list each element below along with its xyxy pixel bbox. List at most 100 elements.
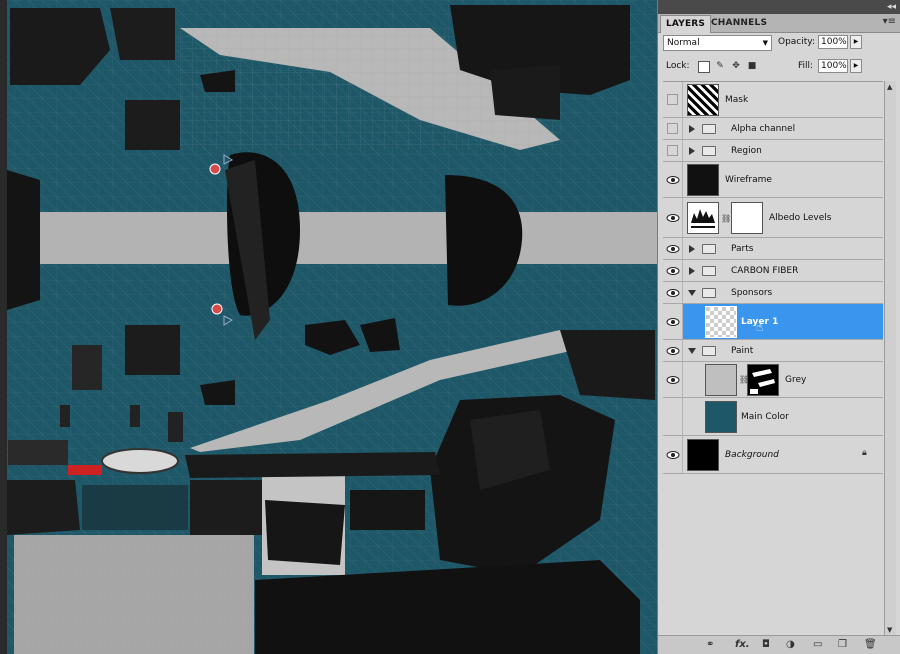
layer-name: Mask bbox=[725, 95, 749, 105]
levels-adjustment-icon bbox=[687, 202, 719, 234]
visibility-toggle[interactable] bbox=[663, 140, 683, 161]
layer-name: Main Color bbox=[741, 412, 789, 422]
layer-style-icon[interactable]: fx. bbox=[735, 639, 750, 651]
layer-name: CARBON FIBER bbox=[731, 266, 799, 276]
layer-thumbnail bbox=[687, 164, 719, 196]
add-mask-icon[interactable]: ◘ bbox=[762, 639, 770, 651]
panel-title-bar[interactable]: ◂◂ bbox=[658, 0, 900, 14]
visibility-toggle[interactable] bbox=[663, 398, 683, 435]
eye-icon bbox=[666, 214, 680, 222]
expand-triangle-icon[interactable] bbox=[689, 125, 695, 133]
folder-icon bbox=[702, 346, 716, 356]
expand-triangle-icon[interactable] bbox=[689, 147, 695, 155]
layer-row-albedo-levels[interactable]: ⛓ Albedo Levels bbox=[663, 198, 883, 238]
blend-row: Normal ▼ Opacity: 100% ▶ bbox=[658, 34, 900, 54]
layer-row-region[interactable]: Region bbox=[663, 140, 883, 162]
layer-name: Background bbox=[725, 450, 779, 460]
visibility-toggle[interactable] bbox=[663, 238, 683, 259]
layer-row-background[interactable]: Background 🔒︎ bbox=[663, 436, 883, 474]
layer-mask-thumbnail[interactable] bbox=[731, 202, 763, 234]
layer-thumbnail bbox=[687, 84, 719, 116]
fill-label: Fill: bbox=[798, 61, 814, 71]
lock-label: Lock: bbox=[666, 61, 690, 71]
folder-icon bbox=[702, 288, 716, 298]
layer-row-mask[interactable]: Mask bbox=[663, 82, 883, 118]
visibility-toggle[interactable] bbox=[663, 118, 683, 139]
layer-row-carbon-fiber[interactable]: CARBON FIBER bbox=[663, 260, 883, 282]
panel-footer: ⚭ fx. ◘ ◑ ▭ ❐ 🗑︎ bbox=[658, 635, 900, 654]
layer-row-alpha-channel[interactable]: Alpha channel bbox=[663, 118, 883, 140]
visibility-off-box bbox=[667, 94, 678, 105]
visibility-toggle[interactable] bbox=[663, 162, 683, 197]
lock-all-icon[interactable]: ■ bbox=[747, 61, 757, 71]
layer-name: Sponsors bbox=[731, 288, 773, 298]
visibility-toggle[interactable] bbox=[663, 82, 683, 117]
visibility-off-box bbox=[667, 145, 678, 156]
layer-row-wireframe[interactable]: Wireframe bbox=[663, 162, 883, 198]
opacity-label: Opacity: bbox=[778, 37, 815, 47]
blend-mode-select[interactable]: Normal ▼ bbox=[663, 35, 772, 51]
eye-icon bbox=[666, 347, 680, 355]
layer-name: Paint bbox=[731, 346, 754, 356]
lock-transparent-pixels-icon[interactable] bbox=[698, 61, 710, 73]
expand-triangle-icon[interactable] bbox=[689, 267, 695, 275]
fill-input[interactable]: 100% bbox=[818, 59, 848, 73]
layer-row-layer-1[interactable]: Layer 1 ☝ bbox=[663, 304, 883, 340]
layer-thumbnail bbox=[705, 401, 737, 433]
link-chain-icon[interactable]: ⛓ bbox=[721, 214, 731, 223]
collapse-triangle-icon[interactable] bbox=[688, 290, 696, 296]
layers-scrollbar[interactable]: ▲ ▼ bbox=[884, 81, 896, 636]
visibility-toggle[interactable] bbox=[663, 282, 683, 303]
layer-row-main-color[interactable]: Main Color bbox=[663, 398, 883, 436]
layer-name: Parts bbox=[731, 244, 754, 254]
folder-icon bbox=[702, 124, 716, 134]
eye-icon bbox=[666, 267, 680, 275]
layer-name: Alpha channel bbox=[731, 124, 796, 134]
visibility-toggle[interactable] bbox=[663, 198, 683, 237]
blend-mode-value: Normal bbox=[667, 38, 700, 48]
opacity-input[interactable]: 100% bbox=[818, 35, 848, 49]
fill-slider-button[interactable]: ▶ bbox=[850, 59, 862, 73]
new-group-icon[interactable]: ▭ bbox=[813, 639, 822, 651]
tab-layers[interactable]: LAYERS bbox=[660, 15, 712, 33]
layer-name: Albedo Levels bbox=[769, 213, 832, 223]
link-layers-icon[interactable]: ⚭ bbox=[706, 639, 714, 651]
document-canvas[interactable] bbox=[0, 0, 657, 654]
eye-icon bbox=[666, 376, 680, 384]
tab-channels[interactable]: CHANNELS bbox=[706, 15, 772, 32]
eye-icon bbox=[666, 245, 680, 253]
scroll-up-icon[interactable]: ▲ bbox=[887, 83, 892, 91]
scroll-down-icon[interactable]: ▼ bbox=[887, 626, 892, 634]
visibility-toggle[interactable] bbox=[663, 436, 683, 473]
layers-panel: ◂◂ LAYERS CHANNELS ▾≡ Normal ▼ Opacity: … bbox=[657, 0, 900, 654]
visibility-toggle[interactable] bbox=[663, 304, 683, 339]
layer-row-paint[interactable]: Paint bbox=[663, 340, 883, 362]
folder-icon bbox=[702, 266, 716, 276]
layer-thumbnail bbox=[687, 439, 719, 471]
texture-artwork bbox=[0, 0, 657, 654]
adjustment-layer-icon[interactable]: ◑ bbox=[786, 639, 795, 651]
layer-row-grey[interactable]: ⛓ Grey bbox=[663, 362, 883, 398]
collapse-panel-icon[interactable]: ◂◂ bbox=[887, 1, 896, 13]
opacity-slider-button[interactable]: ▶ bbox=[850, 35, 862, 49]
eye-icon bbox=[666, 318, 680, 326]
lock-image-pixels-icon[interactable]: ✎ bbox=[715, 61, 725, 71]
layer-name: Grey bbox=[785, 375, 807, 385]
layer-mask-thumbnail[interactable] bbox=[747, 364, 779, 396]
new-layer-icon[interactable]: ❐ bbox=[838, 639, 847, 651]
collapse-triangle-icon[interactable] bbox=[688, 348, 696, 354]
layers-list: Mask Alpha channel Region Wireframe ⛓ Al… bbox=[663, 81, 883, 637]
visibility-off-box bbox=[667, 123, 678, 134]
panel-menu-icon[interactable]: ▾≡ bbox=[883, 16, 896, 27]
folder-icon bbox=[702, 146, 716, 156]
layer-name: Wireframe bbox=[725, 175, 772, 185]
layer-row-sponsors[interactable]: Sponsors bbox=[663, 282, 883, 304]
visibility-toggle[interactable] bbox=[663, 340, 683, 361]
expand-triangle-icon[interactable] bbox=[689, 245, 695, 253]
visibility-toggle[interactable] bbox=[663, 362, 683, 397]
visibility-toggle[interactable] bbox=[663, 260, 683, 281]
trash-icon[interactable]: 🗑︎ bbox=[864, 639, 877, 651]
hand-cursor-icon: ☝ bbox=[756, 320, 764, 334]
layer-row-parts[interactable]: Parts bbox=[663, 238, 883, 260]
lock-position-icon[interactable]: ✥ bbox=[731, 61, 741, 71]
